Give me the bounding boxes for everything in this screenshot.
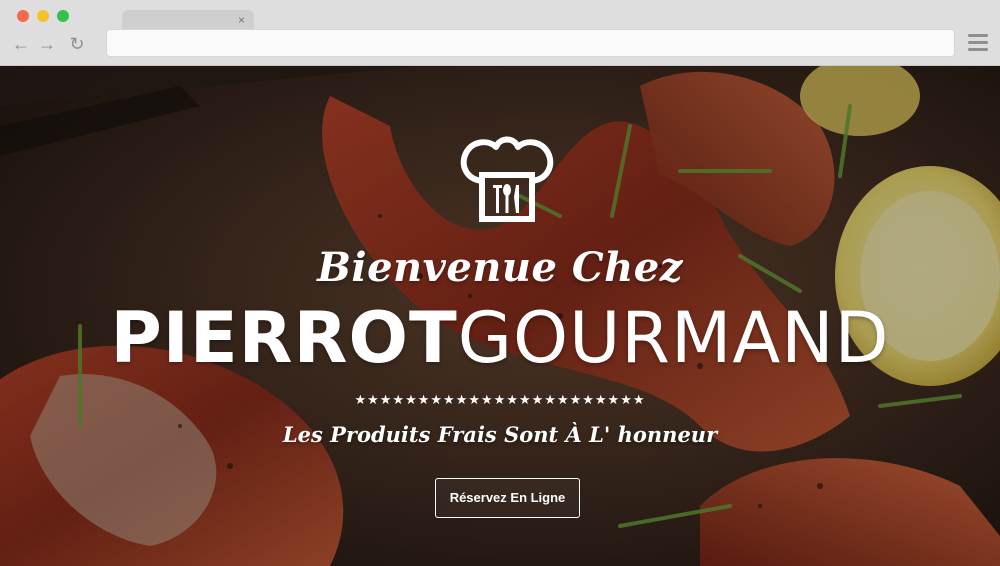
brand-title: PIERROTGOURMAND [0, 296, 1000, 380]
back-arrow-icon[interactable]: ← [12, 34, 30, 54]
forward-arrow-icon[interactable]: → [38, 34, 56, 54]
browser-tab[interactable]: × [122, 10, 254, 30]
hamburger-menu-icon[interactable] [968, 34, 988, 52]
reload-icon[interactable]: ↻ [68, 34, 86, 54]
window-close-dot[interactable] [17, 10, 29, 22]
address-bar[interactable] [106, 29, 955, 57]
close-icon[interactable]: × [238, 12, 245, 28]
hero-section: Bienvenue Chez PIERROTGOURMAND ★★★★★★★★★… [0, 66, 1000, 566]
browser-chrome: × ← → ↻ [0, 0, 1000, 66]
window-minimize-dot[interactable] [37, 10, 49, 22]
brand-title-bold: PIERROT [110, 297, 458, 379]
star-divider: ★★★★★★★★★★★★★★★★★★★★★★★ [354, 392, 646, 407]
book-online-button[interactable]: Réservez En Ligne [435, 478, 580, 518]
tagline: Les Produits Frais Sont À L' honneur [282, 422, 718, 447]
window-maximize-dot[interactable] [57, 10, 69, 22]
brand-title-light: GOURMAND [457, 297, 890, 379]
chef-hat-icon [460, 136, 554, 222]
welcome-heading: Bienvenue Chez [317, 244, 683, 291]
